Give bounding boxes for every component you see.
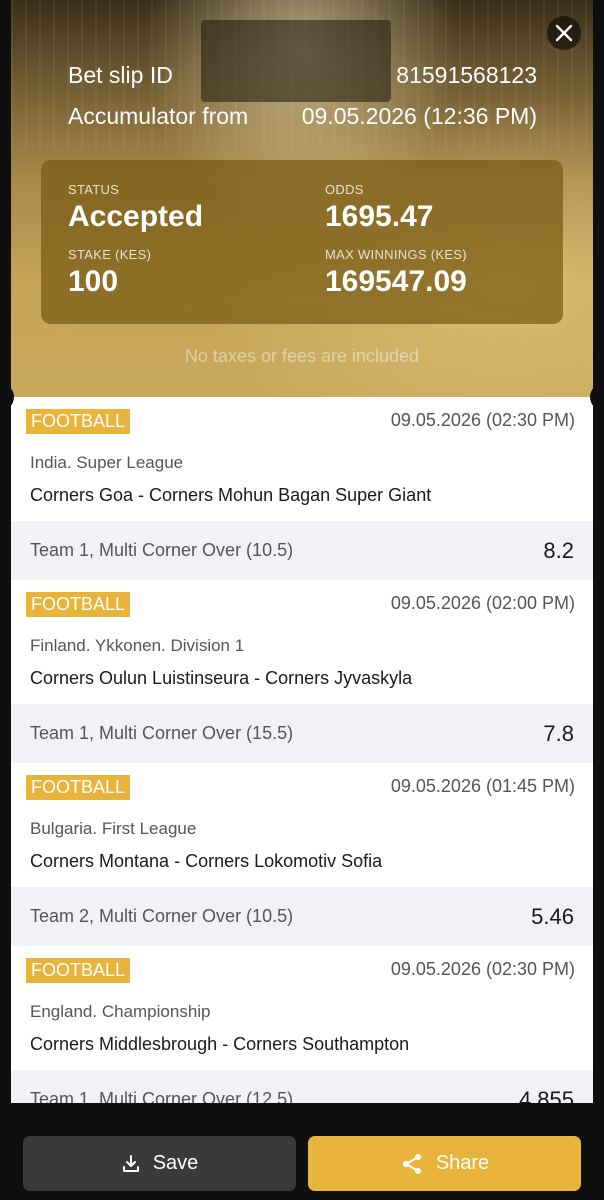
status-label: STATUS — [68, 182, 120, 197]
market-name: Team 2, Multi Corner Over (10.5) — [30, 906, 294, 926]
bet-slip-id-label: Bet slip ID — [68, 62, 173, 88]
odds-block: ODDS 1695.47 — [325, 182, 433, 234]
event-datetime: 09.05.2026 (02:30 PM) — [390, 410, 575, 430]
match-name: Corners Middlesbrough - Corners Southamp… — [30, 1034, 410, 1054]
status-block: STATUS Accepted — [68, 182, 203, 234]
market-name: Team 1, Multi Corner Over (12.5) — [30, 1089, 294, 1103]
accumulator-label: Accumulator from — [68, 103, 249, 129]
selection-odd: 4.855 — [518, 1086, 574, 1104]
max-winnings-label: MAX WINNINGS (KES) — [325, 247, 467, 262]
odds-value: 1695.47 — [325, 200, 434, 233]
arena-scoreboard-background — [201, 20, 391, 102]
sport-badge: FOOTBALL — [26, 592, 131, 617]
stake-value: 100 — [68, 265, 119, 298]
bet-slip-header: Bet slip ID 81591568123 Accumulator from… — [11, 0, 593, 397]
league-name: Finland. Ykkonen. Division 1 — [30, 636, 245, 655]
bet-slip-id-value: 81591568123 — [396, 62, 537, 88]
market-row: Team 1, Multi Corner Over (10.5) 8.2 — [11, 521, 593, 580]
download-icon — [122, 1154, 139, 1172]
event-datetime: 09.05.2026 (01:45 PM) — [390, 776, 575, 796]
event-card: FOOTBALL 09.05.2026 (02:30 PM) England. … — [11, 946, 593, 1103]
max-winnings-block: MAX WINNINGS (KES) 169547.09 — [325, 247, 467, 299]
action-bar: Save Share — [0, 1103, 604, 1200]
event-card: FOOTBALL 09.05.2026 (02:00 PM) Finland. … — [11, 580, 593, 763]
bet-summary-card: STATUS Accepted ODDS 1695.47 STAKE (KES)… — [41, 160, 563, 324]
accumulator-datetime: 09.05.2026 (12:36 PM) — [301, 103, 537, 129]
match-name: Corners Oulun Luistinseura - Corners Jyv… — [30, 668, 413, 688]
close-button[interactable] — [547, 16, 581, 50]
share-label: Share — [435, 1152, 490, 1174]
bet-slip-panel: Bet slip ID 81591568123 Accumulator from… — [11, 0, 593, 1103]
selection-odd: 8.2 — [543, 537, 574, 563]
market-row: Team 1, Multi Corner Over (15.5) 7.8 — [11, 704, 593, 763]
share-icon — [402, 1153, 421, 1174]
taxes-note: No taxes or fees are included — [184, 346, 420, 366]
league-name: England. Championship — [30, 1002, 211, 1021]
market-row: Team 2, Multi Corner Over (10.5) 5.46 — [11, 887, 593, 946]
selection-odd: 7.8 — [543, 720, 574, 746]
stake-block: STAKE (KES) 100 — [68, 247, 151, 299]
share-button[interactable]: Share — [308, 1136, 581, 1191]
bet-slip-id-row: Bet slip ID 81591568123 — [68, 62, 537, 89]
event-datetime: 09.05.2026 (02:30 PM) — [390, 959, 575, 979]
match-name: Corners Goa - Corners Mohun Bagan Super … — [30, 485, 432, 505]
save-label: Save — [152, 1152, 199, 1174]
market-name: Team 1, Multi Corner Over (10.5) — [30, 540, 294, 560]
sport-badge: FOOTBALL — [26, 775, 131, 800]
selection-odd: 5.46 — [531, 903, 574, 929]
accumulator-row: Accumulator from 09.05.2026 (12:36 PM) — [68, 103, 537, 130]
market-row: Team 1, Multi Corner Over (12.5) 4.855 — [11, 1070, 593, 1103]
sport-badge: FOOTBALL — [26, 409, 131, 434]
stake-label: STAKE (KES) — [68, 247, 152, 262]
event-datetime: 09.05.2026 (02:00 PM) — [390, 593, 575, 613]
match-name: Corners Montana - Corners Lokomotiv Sofi… — [30, 851, 383, 871]
league-name: India. Super League — [30, 453, 184, 472]
odds-label: ODDS — [325, 182, 364, 197]
event-card: FOOTBALL 09.05.2026 (01:45 PM) Bulgaria.… — [11, 763, 593, 946]
event-card: FOOTBALL 09.05.2026 (02:30 PM) India. Su… — [11, 397, 593, 580]
save-button[interactable]: Save — [23, 1136, 296, 1191]
max-winnings-value: 169547.09 — [325, 265, 467, 298]
status-value: Accepted — [68, 200, 204, 233]
league-name: Bulgaria. First League — [30, 819, 197, 838]
close-icon — [555, 24, 573, 42]
sport-badge: FOOTBALL — [26, 958, 131, 983]
market-name: Team 1, Multi Corner Over (15.5) — [30, 723, 294, 743]
